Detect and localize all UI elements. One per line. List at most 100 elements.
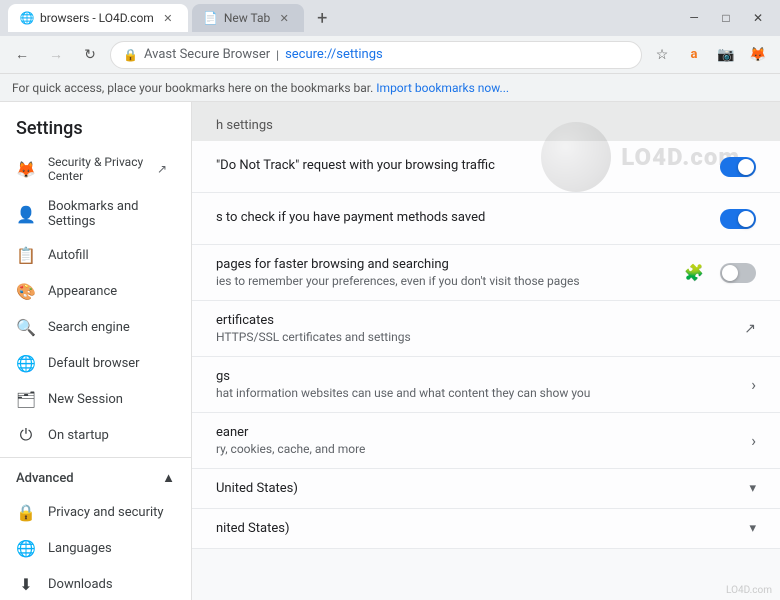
sidebar-item-on-startup[interactable]: ⏻ On startup (0, 417, 183, 453)
settings-content-header: h settings (192, 102, 780, 141)
chevron-down-icon-1: ▾ (749, 481, 756, 496)
setting-faster-title: pages for faster browsing and searching (216, 257, 668, 272)
url-site-label: Avast Secure Browser (144, 47, 270, 62)
minimize-button[interactable]: — (680, 4, 708, 32)
titlebar: 🌐 browsers - LO4D.com ✕ 📄 New Tab ✕ + — … (0, 0, 780, 36)
privacy-icon: 🔒 (16, 502, 36, 522)
content-area: LO4D.com h settings "Do Not Track" reque… (192, 102, 780, 600)
setting-payment-title: s to check if you have payment methods s… (216, 210, 704, 225)
advanced-collapse-icon: ▲ (162, 470, 175, 486)
sidebar-item-downloads[interactable]: ⬇ Downloads (0, 566, 183, 600)
sidebar-item-default-browser[interactable]: 🌐 Default browser (0, 345, 183, 381)
dropdown-label-1: United States) (216, 481, 298, 496)
sidebar-item-new-session[interactable]: 🗂 New Session (0, 381, 183, 417)
url-bar[interactable]: 🔒 Avast Secure Browser | secure://settin… (110, 41, 642, 69)
close-button[interactable]: ✕ (744, 4, 772, 32)
tab-favicon-browsers: 🌐 (20, 11, 34, 25)
ext-link-icon[interactable]: ↗ (744, 321, 756, 337)
chevron-right-icon: › (751, 375, 756, 394)
bookmarks-bar: For quick access, place your bookmarks h… (0, 74, 780, 102)
setting-do-not-track: "Do Not Track" request with your browsin… (192, 141, 780, 193)
setting-payment-methods: s to check if you have payment methods s… (192, 193, 780, 245)
maximize-button[interactable]: □ (712, 4, 740, 32)
setting-cleaner-text: eaner ry, cookies, cache, and more (216, 425, 735, 456)
autofill-icon: 📋 (16, 245, 36, 265)
sidebar-item-autofill-label: Autofill (48, 248, 89, 263)
tab-close-newtab[interactable]: ✕ (276, 10, 292, 26)
sidebar-item-languages-label: Languages (48, 541, 112, 556)
sidebar-item-security-label: Security & Privacy Center (48, 155, 145, 183)
window-controls: — □ ✕ (680, 4, 772, 32)
appearance-icon: 🎨 (16, 281, 36, 301)
tab-label-browsers: browsers - LO4D.com (40, 11, 154, 25)
setting-cert-text: ertificates HTTPS/SSL certificates and s… (216, 313, 728, 344)
avast-shield-icon[interactable]: 🦊 (744, 41, 772, 69)
tab-newtab[interactable]: 📄 New Tab ✕ (192, 4, 304, 32)
setting-site-title: gs (216, 369, 735, 384)
setting-do-not-track-title: "Do Not Track" request with your browsin… (216, 158, 704, 173)
url-separator: | (276, 48, 279, 62)
setting-site-settings[interactable]: gs hat information websites can use and … (192, 357, 780, 413)
sidebar-item-search[interactable]: 🔍 Search engine (0, 309, 183, 345)
sidebar-divider (0, 457, 191, 458)
new-session-icon: 🗂 (16, 389, 36, 409)
default-browser-icon: 🌐 (16, 353, 36, 373)
chevron-down-icon-2: ▾ (749, 521, 756, 536)
setting-cert-title: ertificates (216, 313, 728, 328)
payment-toggle[interactable] (720, 209, 756, 229)
sidebar: Settings 🦊 Security & Privacy Center ↗ 👤… (0, 102, 192, 600)
setting-cleaner[interactable]: eaner ry, cookies, cache, and more › (192, 413, 780, 469)
sidebar-item-autofill[interactable]: 📋 Autofill (0, 237, 183, 273)
sidebar-item-privacy-label: Privacy and security (48, 505, 164, 520)
faster-browsing-toggle[interactable] (720, 263, 756, 283)
setting-site-text: gs hat information websites can use and … (216, 369, 735, 400)
avast-icon[interactable]: a (680, 41, 708, 69)
sidebar-item-appearance[interactable]: 🎨 Appearance (0, 273, 183, 309)
import-bookmarks-link[interactable]: Import bookmarks now... (376, 81, 509, 95)
setting-do-not-track-text: "Do Not Track" request with your browsin… (216, 158, 704, 175)
url-path-label: secure://settings (285, 47, 383, 62)
sidebar-item-downloads-label: Downloads (48, 577, 113, 592)
setting-site-desc: hat information websites can use and wha… (216, 386, 735, 400)
tab-label-newtab: New Tab (224, 11, 270, 25)
advanced-section-header[interactable]: Advanced ▲ (0, 462, 191, 494)
setting-cleaner-title: eaner (216, 425, 735, 440)
tab-close-browsers[interactable]: ✕ (160, 10, 176, 26)
setting-faster-desc: ies to remember your preferences, even i… (216, 274, 668, 288)
camera-icon[interactable]: 📷 (712, 41, 740, 69)
new-tab-button[interactable]: + (308, 4, 336, 32)
sidebar-item-on-startup-label: On startup (48, 428, 109, 443)
sidebar-item-privacy[interactable]: 🔒 Privacy and security (0, 494, 183, 530)
bookmarks-icon: 👤 (16, 204, 36, 224)
dropdown-row-1[interactable]: United States) ▾ (192, 469, 780, 509)
dropdown-row-2[interactable]: nited States) ▾ (192, 509, 780, 549)
bottom-watermark: LO4D.com (726, 585, 772, 596)
main-content: Settings 🦊 Security & Privacy Center ↗ 👤… (0, 102, 780, 600)
reload-button[interactable]: ↻ (76, 41, 104, 69)
sidebar-item-bookmarks[interactable]: 👤 Bookmarks and Settings (0, 191, 183, 237)
settings-header-text: h settings (216, 118, 273, 133)
bookmarks-bar-text: For quick access, place your bookmarks h… (12, 81, 373, 95)
sidebar-item-security[interactable]: 🦊 Security & Privacy Center ↗ (0, 147, 183, 191)
external-link-icon: ↗ (157, 162, 167, 176)
tab-browsers[interactable]: 🌐 browsers - LO4D.com ✕ (8, 4, 188, 32)
sidebar-item-default-browser-label: Default browser (48, 356, 140, 371)
star-icon[interactable]: ☆ (648, 41, 676, 69)
back-button[interactable]: ← (8, 41, 36, 69)
sidebar-item-search-label: Search engine (48, 320, 130, 335)
dropdown-value-2: ▾ (749, 521, 756, 536)
languages-icon: 🌐 (16, 538, 36, 558)
sidebar-item-languages[interactable]: 🌐 Languages (0, 530, 183, 566)
dropdown-label-2: nited States) (216, 521, 289, 536)
downloads-icon: ⬇ (16, 574, 36, 594)
sidebar-item-appearance-label: Appearance (48, 284, 117, 299)
sidebar-item-new-session-label: New Session (48, 392, 123, 407)
sidebar-title: Settings (0, 102, 191, 147)
setting-certificates: ertificates HTTPS/SSL certificates and s… (192, 301, 780, 357)
setting-payment-text: s to check if you have payment methods s… (216, 210, 704, 227)
search-engine-icon: 🔍 (16, 317, 36, 337)
lock-icon: 🔒 (123, 48, 138, 62)
forward-button[interactable]: → (42, 41, 70, 69)
on-startup-icon: ⏻ (16, 425, 36, 445)
do-not-track-toggle[interactable] (720, 157, 756, 177)
